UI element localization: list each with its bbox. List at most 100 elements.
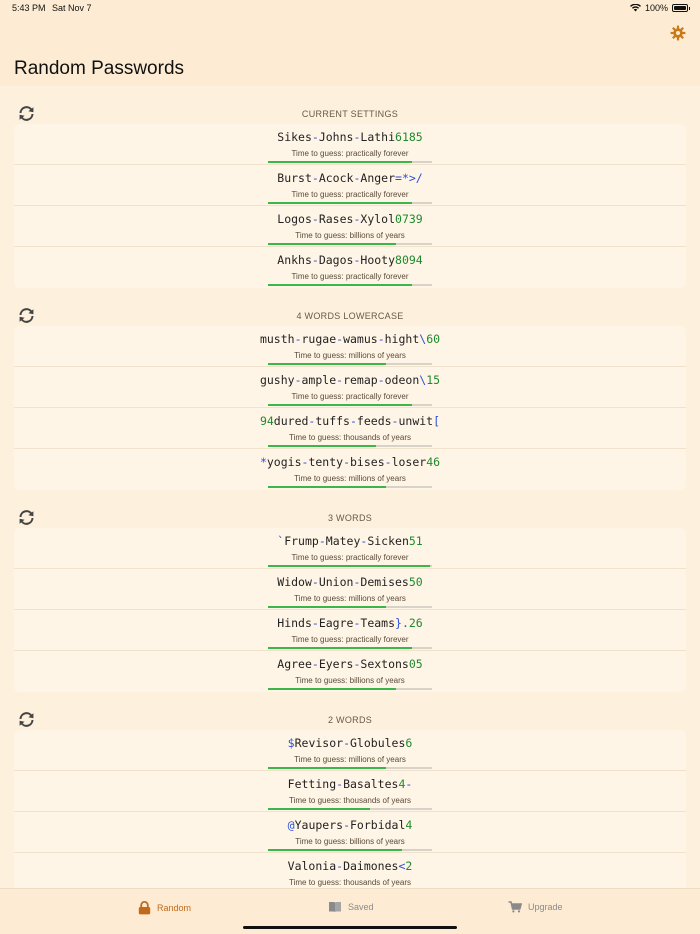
- password-row[interactable]: $Revisor-Globules6 Time to guess: million…: [14, 730, 686, 771]
- password-text[interactable]: musth-rugae-wamus-hight\60: [14, 332, 686, 346]
- password-segment: Valonia: [287, 859, 337, 873]
- password-segment: gushy: [259, 373, 295, 387]
- strength-bar: [268, 445, 432, 447]
- password-segment: Ankhs: [277, 253, 312, 267]
- password-text[interactable]: Agree-Eyers-Sextons05: [14, 657, 686, 671]
- password-text[interactable]: Logos-Rases-Xylol0739: [14, 212, 686, 226]
- strength-bar: [268, 565, 432, 567]
- password-row[interactable]: Sikes-Johns-Lathi6185 Time to guess: prac…: [14, 124, 686, 165]
- password-segment: 60: [426, 332, 441, 346]
- password-list[interactable]: CURRENT SETTINGS Sikes-Johns-Lathi6185 Tim…: [0, 86, 700, 888]
- strength-bar-fill: [268, 445, 377, 447]
- password-segment: -: [349, 414, 357, 428]
- strength-bar-fill: [268, 243, 396, 245]
- password-row[interactable]: Burst-Acock-Anger=*>/Time to guess: prac…: [14, 165, 686, 206]
- password-segment: @: [287, 818, 295, 832]
- password-segment: -: [318, 534, 326, 548]
- password-segment: rugae: [301, 332, 337, 346]
- password-row[interactable]: `Frump-Matey-Sicken51 Time to guess: prac…: [14, 528, 686, 569]
- password-text[interactable]: Hinds-Eagre-Teams}.26: [14, 616, 686, 630]
- password-segment: 6185: [395, 130, 423, 144]
- password-segment: Sextons: [360, 657, 409, 671]
- password-text[interactable]: 94dured-tuffs-feeds-unwit[: [14, 414, 686, 428]
- time-to-guess: Time to guess: practically forever: [291, 392, 409, 401]
- password-row[interactable]: gushy-ample-remap-odeon\15 Time to guess:…: [14, 367, 686, 408]
- password-text[interactable]: Ankhs-Dagos-Hooty8094: [14, 253, 686, 267]
- time-to-guess: Time to guess: millions of years: [294, 755, 406, 764]
- password-segment: Lathi: [360, 130, 396, 144]
- tab-upgrade[interactable]: Upgrade: [508, 901, 563, 913]
- password-row[interactable]: Logos-Rases-Xylol0739 Time to guess: bill…: [14, 206, 686, 247]
- password-segment: remap: [343, 373, 378, 387]
- password-row[interactable]: Hinds-Eagre-Teams}.26 Time to guess: prac…: [14, 610, 686, 651]
- password-text[interactable]: *yogis-tenty-bises-loser46: [14, 455, 686, 469]
- password-segment: Teams: [360, 616, 396, 630]
- password-row[interactable]: 94dured-tuffs-feeds-unwit[Time to guess:…: [14, 408, 686, 449]
- password-segment: =*>/: [395, 171, 423, 185]
- password-segment: Johns: [318, 130, 354, 144]
- status-bar: 5:43 PM Sat Nov 7 100%: [0, 0, 700, 16]
- password-row[interactable]: Fetting-Basaltes4- Time to guess: thousan…: [14, 771, 686, 812]
- password-segment: 50: [408, 575, 423, 589]
- password-group: `Frump-Matey-Sicken51 Time to guess: prac…: [14, 528, 686, 692]
- password-text[interactable]: `Frump-Matey-Sicken51: [14, 534, 686, 548]
- password-segment: bises: [350, 455, 385, 469]
- password-text[interactable]: Widow-Union-Demises50: [14, 575, 686, 589]
- password-segment: 0739: [395, 212, 423, 226]
- password-segment: 2: [405, 859, 413, 873]
- password-text[interactable]: Valonia-Daimones<2: [14, 859, 686, 873]
- password-group: musth-rugae-wamus-hight\60 Time to guess:…: [14, 326, 686, 490]
- strength-bar: [268, 243, 432, 245]
- section-header: 3 WORDS: [0, 490, 700, 528]
- password-segment: -: [311, 212, 319, 226]
- password-text[interactable]: gushy-ample-remap-odeon\15: [14, 373, 686, 387]
- password-row[interactable]: @Yaupers-Forbidal4 Time to guess: billion…: [14, 812, 686, 853]
- password-row[interactable]: *yogis-tenty-bises-loser46 Time to guess:…: [14, 449, 686, 490]
- password-row[interactable]: Ankhs-Dagos-Hooty8094 Time to guess: prac…: [14, 247, 686, 288]
- password-segment: Sicken: [367, 534, 409, 548]
- password-segment: -: [294, 332, 302, 346]
- password-segment: Globules: [350, 736, 406, 750]
- password-segment: -: [343, 736, 350, 750]
- strength-bar: [268, 647, 432, 649]
- password-segment: 51: [408, 534, 423, 548]
- password-segment: Logos: [277, 212, 312, 226]
- password-segment: yogis: [266, 455, 302, 469]
- tab-saved[interactable]: Saved: [328, 901, 374, 913]
- password-segment: -: [294, 373, 302, 387]
- strength-bar: [268, 363, 432, 365]
- password-row[interactable]: Widow-Union-Demises50 Time to guess: mill…: [14, 569, 686, 610]
- strength-bar-fill: [268, 849, 403, 851]
- tab-saved-label: Saved: [348, 902, 374, 912]
- password-segment: Hinds: [277, 616, 312, 630]
- password-text[interactable]: Burst-Acock-Anger=*>/: [14, 171, 686, 185]
- strength-bar-fill: [268, 808, 370, 810]
- strength-bar: [268, 202, 432, 204]
- password-segment: 46: [426, 455, 441, 469]
- strength-bar-fill: [268, 688, 396, 690]
- time-to-guess: Time to guess: millions of years: [294, 594, 406, 603]
- password-segment: Agree: [277, 657, 312, 671]
- password-segment: Anger: [360, 171, 396, 185]
- password-text[interactable]: Fetting-Basaltes4-: [14, 777, 686, 791]
- settings-button[interactable]: [670, 25, 686, 41]
- password-row[interactable]: Agree-Eyers-Sextons05 Time to guess: bill…: [14, 651, 686, 692]
- strength-bar-fill: [268, 565, 431, 567]
- password-segment: wamus: [343, 332, 378, 346]
- password-text[interactable]: Sikes-Johns-Lathi6185: [14, 130, 686, 144]
- password-segment: $: [287, 736, 295, 750]
- strength-bar: [268, 849, 432, 851]
- password-segment: -: [311, 575, 319, 589]
- password-row[interactable]: musth-rugae-wamus-hight\60 Time to guess:…: [14, 326, 686, 367]
- password-text[interactable]: $Revisor-Globules6: [14, 736, 686, 750]
- password-text[interactable]: @Yaupers-Forbidal4: [14, 818, 686, 832]
- time-to-guess: Time to guess: thousands of years: [289, 878, 411, 887]
- password-segment: Burst: [277, 171, 312, 185]
- password-segment: Widow: [277, 575, 312, 589]
- password-segment: loser: [391, 455, 427, 469]
- tab-random[interactable]: Random: [138, 901, 191, 915]
- time-to-guess: Time to guess: millions of years: [294, 474, 406, 483]
- password-row[interactable]: Valonia-Daimones<2 Time to guess: thousan…: [14, 853, 686, 888]
- password-segment: hight: [384, 332, 420, 346]
- password-segment: Basaltes: [343, 777, 399, 791]
